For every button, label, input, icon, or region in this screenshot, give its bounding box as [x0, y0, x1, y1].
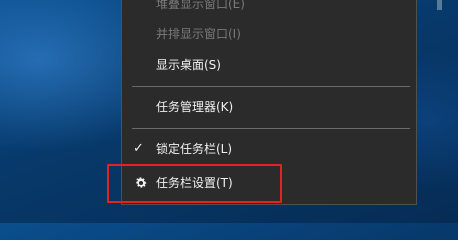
menu-item-label: 任务管理器(K)	[156, 100, 234, 114]
menu-item-task-manager[interactable]: 任务管理器(K)	[122, 92, 416, 122]
check-icon: ✓	[133, 141, 144, 156]
menu-item-label: 锁定任务栏(L)	[156, 142, 233, 156]
highlight-box	[107, 164, 282, 203]
menu-item-cascade-windows[interactable]: 堆叠显示窗口(E)	[122, 0, 416, 19]
menu-item-label: 并排显示窗口(I)	[156, 27, 241, 41]
menu-separator	[132, 86, 410, 87]
menu-item-side-by-side[interactable]: 并排显示窗口(I)	[122, 19, 416, 49]
desktop-edge	[427, 0, 458, 223]
menu-item-lock-taskbar[interactable]: ✓ 锁定任务栏(L)	[122, 134, 416, 164]
menu-item-show-desktop[interactable]: 显示桌面(S)	[122, 50, 416, 80]
window-edge-mark	[437, 0, 442, 10]
menu-item-label: 堆叠显示窗口(E)	[156, 0, 245, 11]
menu-separator	[132, 128, 410, 129]
menu-item-label: 显示桌面(S)	[156, 58, 221, 72]
